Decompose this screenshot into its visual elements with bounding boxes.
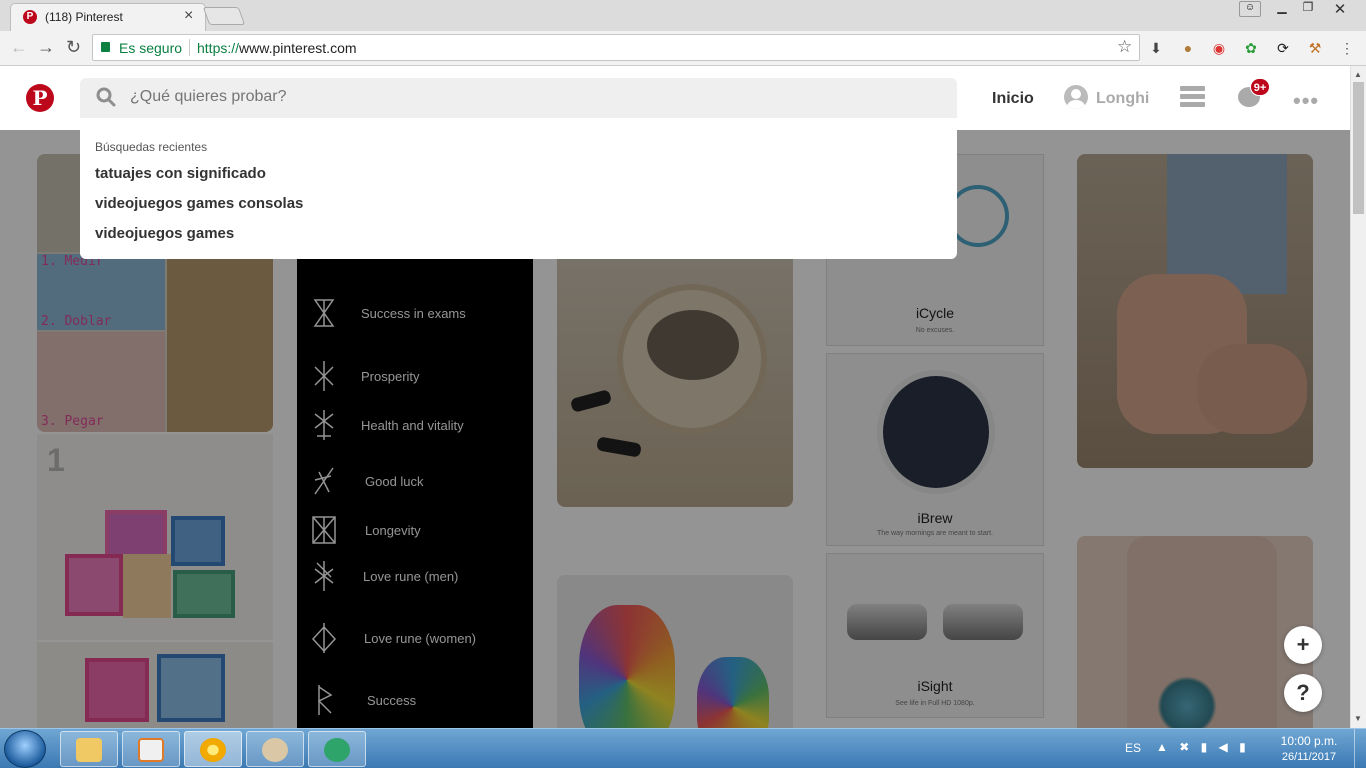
scroll-up-icon[interactable]: ▲: [1354, 70, 1362, 79]
browser-tab[interactable]: P (118) Pinterest ×: [10, 3, 206, 31]
taskbar-media-player[interactable]: [122, 731, 180, 767]
window-close-icon[interactable]: ✕: [1326, 0, 1354, 18]
download-icon[interactable]: ⬇: [1147, 39, 1165, 57]
rainbow-extension-icon[interactable]: ✿: [1242, 39, 1260, 57]
search-icon: [96, 87, 116, 107]
start-button[interactable]: [4, 730, 46, 768]
pinterest-favicon-icon: P: [23, 10, 37, 24]
browser-toolbar: ← → ↻ Es seguro https://www.pinterest.co…: [0, 31, 1366, 66]
secure-label: Es seguro: [119, 40, 183, 56]
browser-titlebar: P (118) Pinterest × ☺ ▁ ❐ ✕: [0, 0, 1366, 31]
address-bar[interactable]: Es seguro https://www.pinterest.com ☆: [92, 34, 1140, 61]
recent-search-item[interactable]: tatuajes con significado: [95, 165, 266, 182]
system-tray-icons[interactable]: ▲ ✖ ▮ ◀ ▮: [1156, 740, 1250, 754]
sync-extension-icon[interactable]: ⟳: [1274, 39, 1292, 57]
menu-icon[interactable]: [1180, 86, 1205, 108]
recent-search-item[interactable]: videojuegos games consolas: [95, 195, 303, 212]
scrollbar[interactable]: ▲ ▼: [1350, 66, 1366, 728]
tab-title: (118) Pinterest: [45, 10, 123, 24]
folder-icon: [76, 738, 102, 762]
color-extension-icon[interactable]: ◉: [1210, 39, 1228, 57]
reload-icon[interactable]: ↻: [66, 37, 81, 58]
language-indicator[interactable]: ES: [1125, 741, 1141, 755]
add-pin-button[interactable]: +: [1284, 626, 1322, 664]
recent-search-item[interactable]: videojuegos games: [95, 225, 234, 242]
chrome-icon: [200, 738, 226, 762]
search-box[interactable]: [80, 78, 957, 118]
profile-link[interactable]: Longhi: [1096, 90, 1149, 108]
profile-icon[interactable]: ☺: [1239, 1, 1261, 17]
taskbar-paint[interactable]: [246, 731, 304, 767]
url-host: www.pinterest.com: [239, 40, 357, 56]
maximize-icon[interactable]: ❐: [1294, 0, 1322, 18]
help-button[interactable]: ?: [1284, 674, 1322, 712]
recent-searches-heading: Búsquedas recientes: [95, 140, 208, 154]
avatar[interactable]: [1064, 85, 1088, 109]
notification-badge: 9+: [1250, 78, 1270, 96]
recent-searches-dropdown: Búsquedas recientes tatuajes con signifi…: [80, 118, 957, 259]
cookie-extension-icon[interactable]: ●: [1179, 39, 1197, 57]
lock-icon: [101, 42, 110, 52]
divider: [189, 39, 190, 56]
search-input[interactable]: [130, 88, 830, 106]
bookmark-star-icon[interactable]: ☆: [1117, 37, 1132, 57]
clock-date[interactable]: 26/11/2017: [1274, 751, 1344, 763]
show-desktop-button[interactable]: [1354, 729, 1366, 769]
home-link[interactable]: Inicio: [992, 90, 1034, 108]
hammer-extension-icon[interactable]: ⚒: [1306, 39, 1324, 57]
more-options-icon[interactable]: •••: [1293, 88, 1319, 114]
taskbar-atom[interactable]: [308, 731, 366, 767]
scroll-down-icon[interactable]: ▼: [1354, 714, 1362, 723]
new-tab-button[interactable]: [202, 7, 246, 25]
taskbar-explorer[interactable]: [60, 731, 118, 767]
forward-icon[interactable]: →: [37, 37, 55, 58]
minimize-icon[interactable]: ▁: [1268, 0, 1296, 18]
back-icon[interactable]: ←: [10, 37, 28, 58]
media-player-icon: [138, 738, 164, 762]
taskbar: ES ▲ ✖ ▮ ◀ ▮ 10:00 p.m. 26/11/2017: [0, 728, 1366, 769]
url-protocol: https://: [197, 40, 240, 56]
url-text[interactable]: https://www.pinterest.com: [197, 40, 357, 56]
scroll-thumb[interactable]: [1353, 82, 1364, 214]
taskbar-chrome[interactable]: [184, 731, 242, 767]
chrome-menu-icon[interactable]: ⋮: [1338, 39, 1356, 57]
close-icon[interactable]: ×: [184, 7, 193, 25]
pinterest-logo-icon[interactable]: P: [26, 84, 54, 112]
paint-palette-icon: [262, 738, 288, 762]
atom-icon: [324, 738, 350, 762]
clock-time[interactable]: 10:00 p.m.: [1274, 734, 1344, 748]
